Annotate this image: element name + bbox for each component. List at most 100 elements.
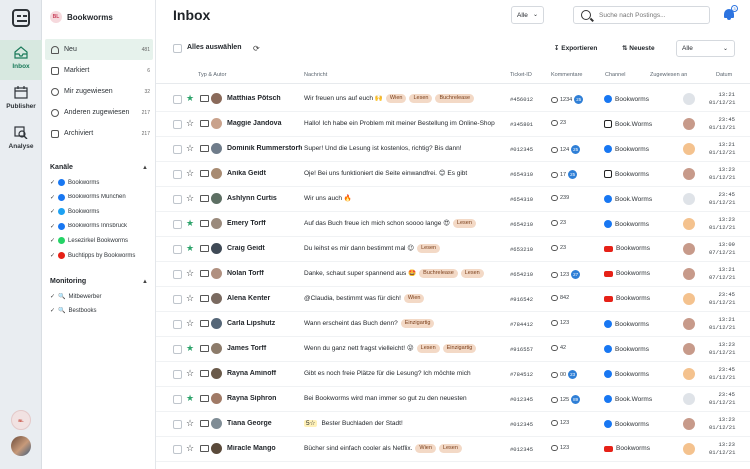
nav-item-flagged[interactable]: Markiert 6 [45,60,153,81]
workspace-switcher[interactable]: BL Bookworms [50,10,113,24]
assignee-avatar[interactable] [683,418,695,430]
star-icon[interactable]: ☆ [186,418,194,428]
nav-item-assigned-others[interactable]: Anderen zugewiesen 217 [45,102,153,123]
sort-button[interactable]: ⇅ Neueste [622,44,655,52]
column-header[interactable]: Nachricht [304,72,327,78]
channel-item[interactable]: ✓ Bookworms München [50,193,152,201]
star-icon[interactable]: ★ [186,343,194,353]
channels-header[interactable]: Kanäle ▲ [50,164,148,171]
tag-badge[interactable]: Lesen [452,219,476,228]
message-preview[interactable]: Super! Und die Lesung ist kostenlos, ric… [304,143,497,155]
star-icon[interactable]: ☆ [186,443,194,453]
table-row[interactable]: ☆ Carla Lipshutz Wann erscheint das Buch d… [156,312,750,337]
table-row[interactable]: ☆ Alena Kenter @Claudia, bestimmt was für … [156,287,750,312]
tag-badge[interactable]: Wien [415,444,436,453]
app-logo-icon[interactable] [12,9,30,27]
assignee-avatar[interactable] [683,193,695,205]
channel-item[interactable]: ✓ Lesezirkel Bookworms [50,237,152,245]
nav-item-archived[interactable]: Archiviert 217 [45,123,153,144]
message-preview[interactable]: @Claudia, bestimmt was für dich! Wien [304,293,497,305]
star-icon[interactable]: ☆ [186,193,194,203]
star-icon[interactable]: ☆ [186,268,194,278]
tag-badge[interactable]: Wien [385,94,407,103]
assignee-avatar[interactable] [683,443,695,455]
assignee-avatar[interactable] [683,218,695,230]
user-avatar[interactable] [11,436,31,456]
tag-badge[interactable]: Buchrelease [419,269,458,278]
table-row[interactable]: ☆ Dominik Rummerstorfer Super! Und die Les… [156,137,750,162]
search-input[interactable] [599,10,704,21]
channel-item[interactable]: ✓ Bookworms Innsbruck [50,222,152,230]
star-icon[interactable]: ★ [186,218,194,228]
rail-item-analyse[interactable]: Analyse [0,120,42,160]
assignee-avatar[interactable] [683,268,695,280]
row-checkbox[interactable] [173,220,182,229]
row-checkbox[interactable] [173,370,182,379]
tag-badge[interactable]: Lesen [460,269,484,278]
table-row[interactable]: ☆ Rayna Aminoff Gibt es noch freie Plätze … [156,362,750,387]
tag-badge[interactable]: Wien [403,294,425,303]
column-header[interactable]: Kommentare [551,72,583,78]
message-preview[interactable]: Oje! Bei uns funktioniert die Seite einw… [304,168,497,180]
table-row[interactable]: ☆ Ashlynn Curtis Wir uns auch 🔥 #654310 239 B… [156,187,750,212]
assignee-avatar[interactable] [683,318,695,330]
star-icon[interactable]: ★ [186,243,194,253]
assignee-avatar[interactable] [683,368,695,380]
assignee-avatar[interactable] [683,168,695,180]
row-checkbox[interactable] [173,320,182,329]
export-button[interactable]: ↧ Exportieren [554,44,597,52]
column-header[interactable]: Zugewiesen an [650,72,687,78]
assignee-avatar[interactable] [683,393,695,405]
message-preview[interactable]: Auf das Buch freue ich mich schon soooo … [304,218,497,230]
tag-badge[interactable]: Lesen [416,344,440,353]
message-preview[interactable]: Bei Bookworms wird man immer so gut zu d… [304,393,497,405]
tag-badge[interactable]: Lesen [417,244,441,253]
row-checkbox[interactable] [173,270,182,279]
assignee-avatar[interactable] [683,143,695,155]
rail-item-publisher[interactable]: Publisher [0,80,42,120]
table-row[interactable]: ☆ Maggie Jandova Hallo! Ich habe ein Probl… [156,112,750,137]
status-filter-dropdown[interactable]: Alle ⌄ [676,40,735,57]
message-preview[interactable]: Hallo! Ich habe ein Problem mit meiner B… [304,118,497,130]
table-row[interactable]: ★ Rayna Siphron Bei Bookworms wird man imm… [156,387,750,412]
message-preview[interactable]: Wir uns auch 🔥 [304,193,497,205]
notifications-button[interactable]: 3 [723,5,738,21]
star-icon[interactable]: ☆ [186,368,194,378]
nav-item-new[interactable]: Neu 481 [45,39,153,60]
star-icon[interactable]: ☆ [186,168,194,178]
channel-item[interactable]: ✓ Buchtipps by Bookworms [50,252,152,259]
monitoring-item[interactable]: ✓ 🔍 Bestbooks [50,307,152,315]
select-all-checkbox[interactable] [173,44,182,53]
nav-item-assigned-me[interactable]: Mir zugewiesen 32 [45,81,153,102]
tag-badge[interactable]: Lesen [438,444,462,453]
message-preview[interactable]: Bücher sind einfach cooler als Netflix. W… [304,443,497,455]
monitoring-header[interactable]: Monitoring ▲ [50,278,148,285]
monitoring-item[interactable]: ✓ 🔍 Mitbewerber [50,293,152,301]
table-row[interactable]: ★ Matthias Pötsch Wir freuen uns auf euch … [156,87,750,112]
message-preview[interactable]: Wir freuen uns auf euch 🙌 Wien Lesen Buchre… [304,93,497,105]
tag-badge[interactable]: Lesen [409,94,433,103]
message-preview[interactable]: 5☆ Bester Buchladen der Stadt! [304,418,497,430]
table-row[interactable]: ☆ Miracle Mango Bücher sind einfach cooler… [156,437,750,462]
column-header[interactable]: Datum [716,72,732,78]
assignee-avatar[interactable] [683,293,695,305]
tag-badge[interactable]: Einzigartig [442,344,477,353]
table-row[interactable]: ★ James Torff Wenn du ganz nett fragst vie… [156,337,750,362]
channel-item[interactable]: ✓ Bookworms [50,179,152,186]
message-preview[interactable]: Wenn du ganz nett fragst vielleicht! 😜 Le… [304,343,497,355]
table-row[interactable]: ★ Craig Geidt Du leihst es mir dann bestim… [156,237,750,262]
rail-item-inbox[interactable]: Inbox [0,40,42,80]
row-checkbox[interactable] [173,345,182,354]
row-checkbox[interactable] [173,295,182,304]
table-row[interactable]: ☆ Nolan Torff Danke, schaut super spannend… [156,262,750,287]
message-preview[interactable]: Danke, schaut super spannend aus 🤩 Buchre… [304,268,497,280]
tag-badge[interactable]: Buchrelease [435,94,475,103]
row-checkbox[interactable] [173,445,182,454]
table-row[interactable]: ☆ Anika Geidt Oje! Bei uns funktioniert di… [156,162,750,187]
table-row[interactable]: ★ Emery Torff Auf das Buch freue ich mich … [156,212,750,237]
row-checkbox[interactable] [173,195,182,204]
assignee-avatar[interactable] [683,243,695,255]
assignee-avatar[interactable] [683,118,695,130]
row-checkbox[interactable] [173,170,182,179]
column-header[interactable]: Channel [605,72,626,78]
